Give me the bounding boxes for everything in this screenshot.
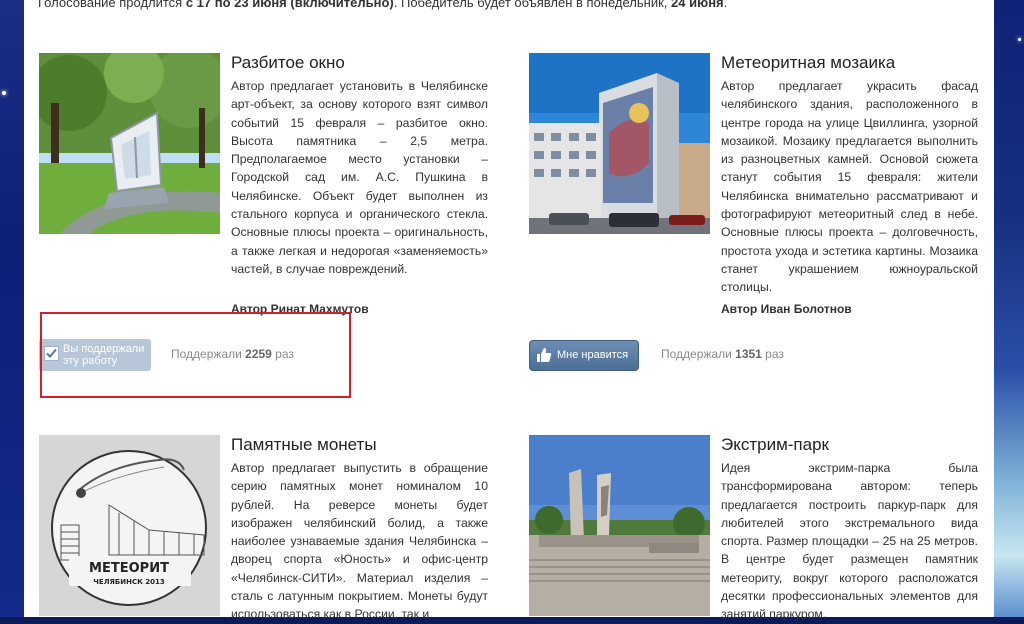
star-decoration bbox=[2, 91, 6, 95]
project-title[interactable]: Экстрим-парк bbox=[721, 435, 829, 455]
coin-subtitle-text: ЧЕЛЯБИНСК 2013 bbox=[93, 578, 165, 586]
like-button-label: Мне нравится bbox=[557, 349, 629, 361]
intro-text: . bbox=[723, 0, 728, 10]
project-title[interactable]: Разбитое окно bbox=[231, 53, 345, 73]
project-description: Идея экстрим-парка была трансформирована… bbox=[721, 461, 978, 622]
support-label: Поддержали bbox=[661, 347, 736, 361]
intro-text: Голосование продлится bbox=[38, 0, 186, 10]
like-button[interactable]: Мне нравится bbox=[529, 340, 639, 371]
voting-dates: с 17 по 23 июня (включительно) bbox=[185, 0, 394, 10]
voting-info: Голосование продлится с 17 по 23 июня (в… bbox=[38, 0, 727, 10]
project-image[interactable]: МЕТЕОРИТ ЧЕЛЯБИНСК 2013 bbox=[39, 435, 220, 616]
support-count: Поддержали 1351 раз bbox=[661, 347, 784, 361]
announce-date: 24 июня bbox=[671, 0, 724, 10]
background-right bbox=[994, 0, 1024, 617]
project-image[interactable] bbox=[39, 53, 220, 234]
star-decoration bbox=[1018, 38, 1021, 41]
support-suffix: раз bbox=[761, 347, 784, 361]
project-title[interactable]: Памятные монеты bbox=[231, 435, 377, 455]
highlight-box bbox=[40, 312, 351, 398]
main-content: Голосование продлится с 17 по 23 июня (в… bbox=[24, 0, 994, 621]
intro-text: . Победитель будет объявлен в понедельни… bbox=[393, 0, 672, 10]
project-author: Автор Иван Болотнов bbox=[721, 302, 852, 316]
project-description: Автор предлагает украсить фасад челябинс… bbox=[721, 79, 978, 295]
project-card-extreme-park: Экстрим-парк Идея экстрим-парка была тра… bbox=[529, 435, 989, 621]
coin-title-text: МЕТЕОРИТ bbox=[89, 561, 169, 576]
project-card-commemorative-coins: МЕТЕОРИТ ЧЕЛЯБИНСК 2013 Памятные монеты … bbox=[39, 435, 499, 621]
project-description: Автор предлагает выпустить в обращение с… bbox=[231, 461, 488, 622]
project-description: Автор предлагает установить в Челябинске… bbox=[231, 79, 488, 276]
project-card-meteor-mosaic: Метеоритная мозаика Автор предлагает укр… bbox=[529, 53, 989, 393]
project-image[interactable] bbox=[529, 435, 710, 616]
thumbs-up-icon bbox=[536, 347, 552, 366]
project-title[interactable]: Метеоритная мозаика bbox=[721, 53, 895, 73]
support-number: 1351 bbox=[735, 347, 762, 361]
project-image[interactable] bbox=[529, 53, 710, 234]
